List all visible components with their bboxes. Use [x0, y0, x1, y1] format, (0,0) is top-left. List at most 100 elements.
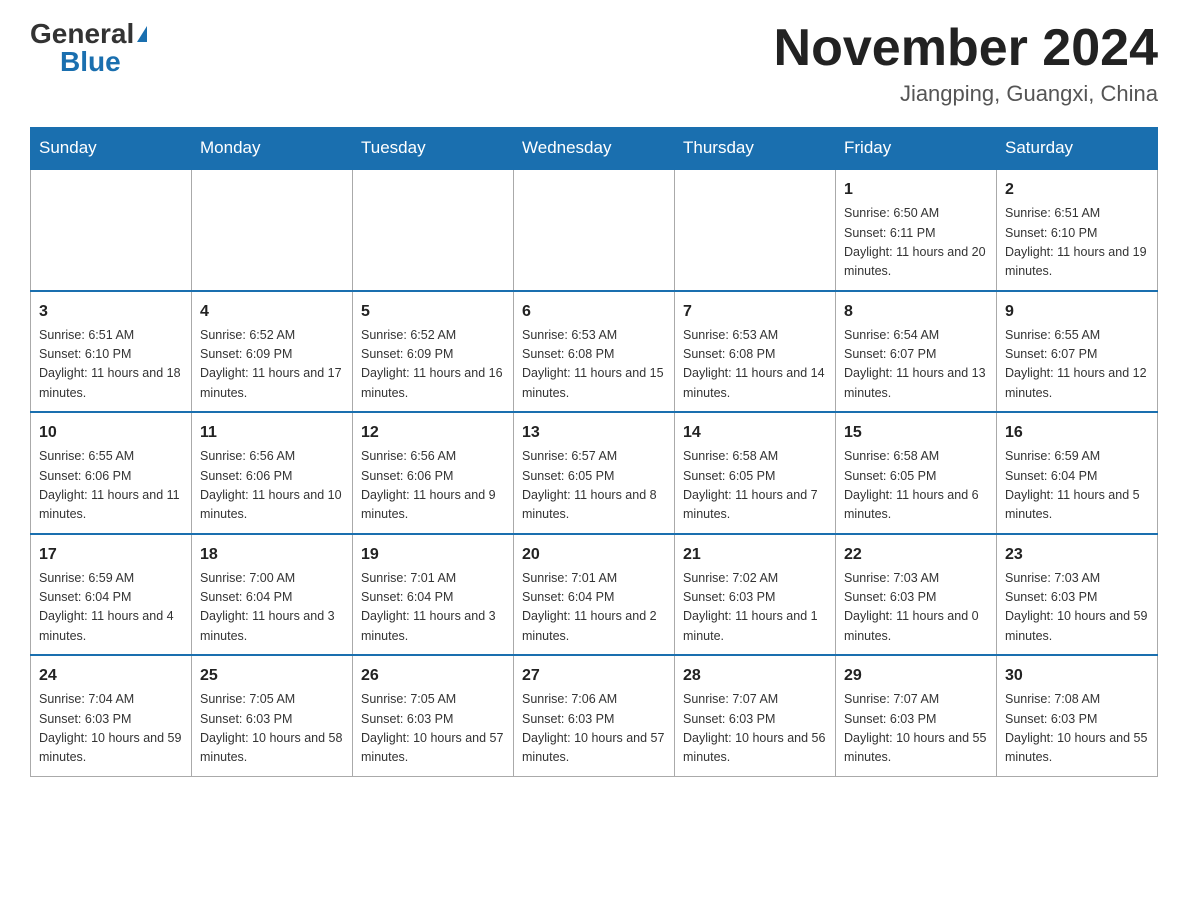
day-number: 5: [361, 300, 505, 324]
col-header-friday: Friday: [836, 128, 997, 170]
calendar-cell: 29Sunrise: 7:07 AM Sunset: 6:03 PM Dayli…: [836, 655, 997, 776]
calendar-cell: 21Sunrise: 7:02 AM Sunset: 6:03 PM Dayli…: [675, 534, 836, 656]
calendar-cell: 7Sunrise: 6:53 AM Sunset: 6:08 PM Daylig…: [675, 291, 836, 413]
calendar-cell: 11Sunrise: 6:56 AM Sunset: 6:06 PM Dayli…: [192, 412, 353, 534]
day-info: Sunrise: 7:03 AM Sunset: 6:03 PM Dayligh…: [844, 569, 988, 647]
col-header-tuesday: Tuesday: [353, 128, 514, 170]
day-number: 22: [844, 543, 988, 567]
day-info: Sunrise: 6:52 AM Sunset: 6:09 PM Dayligh…: [361, 326, 505, 404]
day-number: 26: [361, 664, 505, 688]
calendar-cell: 19Sunrise: 7:01 AM Sunset: 6:04 PM Dayli…: [353, 534, 514, 656]
day-info: Sunrise: 6:55 AM Sunset: 6:07 PM Dayligh…: [1005, 326, 1149, 404]
calendar-cell: 13Sunrise: 6:57 AM Sunset: 6:05 PM Dayli…: [514, 412, 675, 534]
day-info: Sunrise: 7:05 AM Sunset: 6:03 PM Dayligh…: [200, 690, 344, 768]
col-header-monday: Monday: [192, 128, 353, 170]
calendar-cell: 22Sunrise: 7:03 AM Sunset: 6:03 PM Dayli…: [836, 534, 997, 656]
day-number: 20: [522, 543, 666, 567]
calendar-cell: 8Sunrise: 6:54 AM Sunset: 6:07 PM Daylig…: [836, 291, 997, 413]
day-number: 15: [844, 421, 988, 445]
calendar-cell: 16Sunrise: 6:59 AM Sunset: 6:04 PM Dayli…: [997, 412, 1158, 534]
day-info: Sunrise: 6:53 AM Sunset: 6:08 PM Dayligh…: [683, 326, 827, 404]
day-info: Sunrise: 6:52 AM Sunset: 6:09 PM Dayligh…: [200, 326, 344, 404]
calendar-cell: 26Sunrise: 7:05 AM Sunset: 6:03 PM Dayli…: [353, 655, 514, 776]
day-info: Sunrise: 7:04 AM Sunset: 6:03 PM Dayligh…: [39, 690, 183, 768]
day-number: 9: [1005, 300, 1149, 324]
day-info: Sunrise: 6:56 AM Sunset: 6:06 PM Dayligh…: [200, 447, 344, 525]
col-header-sunday: Sunday: [31, 128, 192, 170]
day-number: 3: [39, 300, 183, 324]
calendar-cell: 17Sunrise: 6:59 AM Sunset: 6:04 PM Dayli…: [31, 534, 192, 656]
col-header-saturday: Saturday: [997, 128, 1158, 170]
calendar-cell: [675, 169, 836, 291]
day-info: Sunrise: 6:56 AM Sunset: 6:06 PM Dayligh…: [361, 447, 505, 525]
day-info: Sunrise: 7:01 AM Sunset: 6:04 PM Dayligh…: [522, 569, 666, 647]
day-info: Sunrise: 7:05 AM Sunset: 6:03 PM Dayligh…: [361, 690, 505, 768]
day-number: 7: [683, 300, 827, 324]
day-number: 1: [844, 178, 988, 202]
day-info: Sunrise: 6:58 AM Sunset: 6:05 PM Dayligh…: [844, 447, 988, 525]
calendar-cell: 25Sunrise: 7:05 AM Sunset: 6:03 PM Dayli…: [192, 655, 353, 776]
day-number: 29: [844, 664, 988, 688]
day-info: Sunrise: 7:08 AM Sunset: 6:03 PM Dayligh…: [1005, 690, 1149, 768]
day-info: Sunrise: 6:58 AM Sunset: 6:05 PM Dayligh…: [683, 447, 827, 525]
day-info: Sunrise: 6:50 AM Sunset: 6:11 PM Dayligh…: [844, 204, 988, 282]
day-number: 27: [522, 664, 666, 688]
calendar-cell: 20Sunrise: 7:01 AM Sunset: 6:04 PM Dayli…: [514, 534, 675, 656]
day-info: Sunrise: 6:57 AM Sunset: 6:05 PM Dayligh…: [522, 447, 666, 525]
day-info: Sunrise: 6:53 AM Sunset: 6:08 PM Dayligh…: [522, 326, 666, 404]
calendar-cell: [353, 169, 514, 291]
logo-blue-text: Blue: [60, 48, 121, 76]
calendar-cell: 10Sunrise: 6:55 AM Sunset: 6:06 PM Dayli…: [31, 412, 192, 534]
day-info: Sunrise: 7:03 AM Sunset: 6:03 PM Dayligh…: [1005, 569, 1149, 647]
week-row-4: 17Sunrise: 6:59 AM Sunset: 6:04 PM Dayli…: [31, 534, 1158, 656]
day-number: 25: [200, 664, 344, 688]
calendar-cell: 14Sunrise: 6:58 AM Sunset: 6:05 PM Dayli…: [675, 412, 836, 534]
calendar-cell: 18Sunrise: 7:00 AM Sunset: 6:04 PM Dayli…: [192, 534, 353, 656]
logo-general-text: General: [30, 20, 134, 48]
calendar-cell: 15Sunrise: 6:58 AM Sunset: 6:05 PM Dayli…: [836, 412, 997, 534]
calendar-cell: [514, 169, 675, 291]
day-info: Sunrise: 6:54 AM Sunset: 6:07 PM Dayligh…: [844, 326, 988, 404]
day-number: 2: [1005, 178, 1149, 202]
day-number: 14: [683, 421, 827, 445]
calendar-cell: 27Sunrise: 7:06 AM Sunset: 6:03 PM Dayli…: [514, 655, 675, 776]
day-info: Sunrise: 7:07 AM Sunset: 6:03 PM Dayligh…: [844, 690, 988, 768]
col-header-wednesday: Wednesday: [514, 128, 675, 170]
day-number: 30: [1005, 664, 1149, 688]
day-info: Sunrise: 6:51 AM Sunset: 6:10 PM Dayligh…: [1005, 204, 1149, 282]
day-info: Sunrise: 6:59 AM Sunset: 6:04 PM Dayligh…: [1005, 447, 1149, 525]
week-row-3: 10Sunrise: 6:55 AM Sunset: 6:06 PM Dayli…: [31, 412, 1158, 534]
day-info: Sunrise: 7:06 AM Sunset: 6:03 PM Dayligh…: [522, 690, 666, 768]
week-row-1: 1Sunrise: 6:50 AM Sunset: 6:11 PM Daylig…: [31, 169, 1158, 291]
calendar-cell: 3Sunrise: 6:51 AM Sunset: 6:10 PM Daylig…: [31, 291, 192, 413]
calendar-cell: 5Sunrise: 6:52 AM Sunset: 6:09 PM Daylig…: [353, 291, 514, 413]
day-number: 23: [1005, 543, 1149, 567]
calendar-cell: 28Sunrise: 7:07 AM Sunset: 6:03 PM Dayli…: [675, 655, 836, 776]
day-info: Sunrise: 7:02 AM Sunset: 6:03 PM Dayligh…: [683, 569, 827, 647]
week-row-2: 3Sunrise: 6:51 AM Sunset: 6:10 PM Daylig…: [31, 291, 1158, 413]
day-info: Sunrise: 6:51 AM Sunset: 6:10 PM Dayligh…: [39, 326, 183, 404]
day-number: 28: [683, 664, 827, 688]
week-row-5: 24Sunrise: 7:04 AM Sunset: 6:03 PM Dayli…: [31, 655, 1158, 776]
day-number: 24: [39, 664, 183, 688]
month-title: November 2024: [774, 20, 1158, 77]
day-number: 16: [1005, 421, 1149, 445]
day-number: 8: [844, 300, 988, 324]
page-header: General Blue November 2024 Jiangping, Gu…: [30, 20, 1158, 107]
day-info: Sunrise: 7:07 AM Sunset: 6:03 PM Dayligh…: [683, 690, 827, 768]
day-number: 19: [361, 543, 505, 567]
header-row: SundayMondayTuesdayWednesdayThursdayFrid…: [31, 128, 1158, 170]
calendar-cell: 9Sunrise: 6:55 AM Sunset: 6:07 PM Daylig…: [997, 291, 1158, 413]
calendar-cell: 1Sunrise: 6:50 AM Sunset: 6:11 PM Daylig…: [836, 169, 997, 291]
day-info: Sunrise: 6:55 AM Sunset: 6:06 PM Dayligh…: [39, 447, 183, 525]
calendar-cell: 24Sunrise: 7:04 AM Sunset: 6:03 PM Dayli…: [31, 655, 192, 776]
day-info: Sunrise: 7:00 AM Sunset: 6:04 PM Dayligh…: [200, 569, 344, 647]
day-number: 17: [39, 543, 183, 567]
calendar-cell: [192, 169, 353, 291]
calendar-cell: 30Sunrise: 7:08 AM Sunset: 6:03 PM Dayli…: [997, 655, 1158, 776]
day-info: Sunrise: 7:01 AM Sunset: 6:04 PM Dayligh…: [361, 569, 505, 647]
calendar-cell: 2Sunrise: 6:51 AM Sunset: 6:10 PM Daylig…: [997, 169, 1158, 291]
day-number: 13: [522, 421, 666, 445]
title-block: November 2024 Jiangping, Guangxi, China: [774, 20, 1158, 107]
calendar-cell: 4Sunrise: 6:52 AM Sunset: 6:09 PM Daylig…: [192, 291, 353, 413]
